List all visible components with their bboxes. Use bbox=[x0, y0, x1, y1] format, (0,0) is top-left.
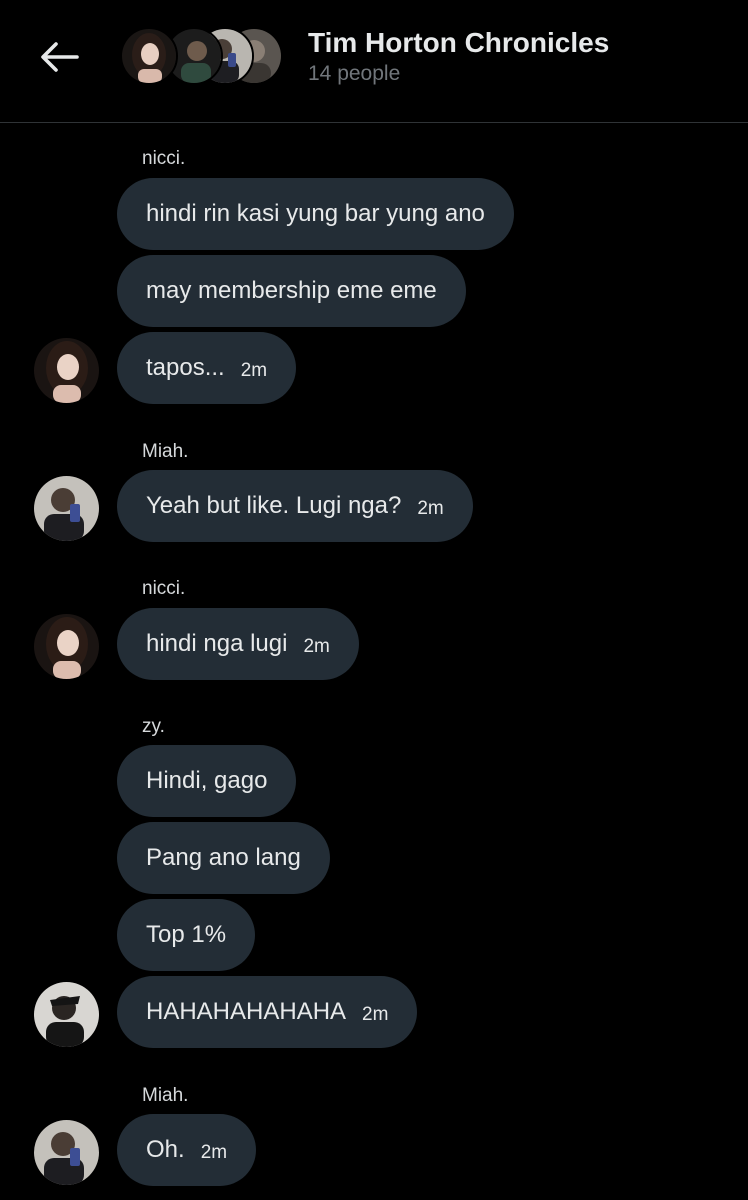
arrow-left-icon bbox=[41, 42, 79, 72]
message-timestamp: 2m bbox=[303, 636, 330, 657]
message-timestamp: 2m bbox=[240, 360, 268, 381]
message-text: may membership eme eme bbox=[146, 277, 437, 304]
conversation-header: Tim Horton Chronicles 14 people bbox=[0, 0, 748, 123]
message-bubble[interactable]: tapos... 2m bbox=[117, 332, 297, 404]
avatar-miah[interactable] bbox=[34, 476, 99, 541]
message-timestamp: 2m bbox=[417, 498, 444, 519]
message-timestamp: 2m bbox=[200, 1142, 228, 1163]
avatar-miah[interactable] bbox=[34, 1120, 99, 1185]
avatar-nicci[interactable] bbox=[34, 614, 99, 679]
avatar-nicci[interactable] bbox=[34, 338, 99, 403]
message-text: Hindi, gago bbox=[146, 767, 268, 794]
sender-name: nicci. bbox=[142, 148, 186, 169]
message-bubble[interactable]: Yeah but like. Lugi nga? 2m bbox=[117, 470, 473, 542]
message-bubble[interactable]: may membership eme eme bbox=[117, 255, 466, 327]
message-bubble[interactable]: Top 1% bbox=[117, 899, 256, 971]
avatar-nicci bbox=[120, 27, 178, 85]
message-bubble[interactable]: Pang ano lang bbox=[117, 822, 330, 894]
message-bubble[interactable]: Hindi, gago bbox=[117, 745, 297, 817]
message-bubble[interactable]: Oh. 2m bbox=[117, 1114, 257, 1186]
conversation-title: Tim Horton Chronicles bbox=[308, 27, 610, 58]
message-text: tapos... bbox=[146, 354, 225, 381]
sender-name: nicci. bbox=[142, 578, 186, 599]
message-text: hindi rin kasi yung bar yung ano bbox=[146, 200, 485, 227]
message-timestamp: 2m bbox=[362, 1004, 389, 1025]
back-button[interactable] bbox=[34, 34, 84, 80]
sender-name: Miah. bbox=[142, 441, 189, 462]
participant-count: 14 people bbox=[308, 62, 401, 85]
sender-name: Miah. bbox=[142, 1085, 189, 1106]
message-bubble[interactable]: hindi nga lugi 2m bbox=[117, 608, 359, 680]
message-text: Yeah but like. Lugi nga? bbox=[146, 492, 402, 519]
conversation-title-block[interactable]: Tim Horton Chronicles 14 people bbox=[308, 26, 609, 88]
group-avatar-stack[interactable] bbox=[120, 27, 285, 87]
message-text: Top 1% bbox=[146, 921, 227, 948]
message-text: Oh. bbox=[146, 1136, 185, 1163]
message-text: hindi nga lugi bbox=[146, 630, 288, 657]
message-text: Pang ano lang bbox=[146, 844, 301, 871]
message-bubble[interactable]: HAHAHAHAHAHA 2m bbox=[117, 976, 418, 1048]
sender-name: zy. bbox=[142, 716, 165, 737]
message-bubble[interactable]: hindi rin kasi yung bar yung ano bbox=[117, 178, 514, 250]
message-text: HAHAHAHAHAHA bbox=[146, 998, 347, 1025]
avatar-zy[interactable] bbox=[34, 982, 99, 1047]
